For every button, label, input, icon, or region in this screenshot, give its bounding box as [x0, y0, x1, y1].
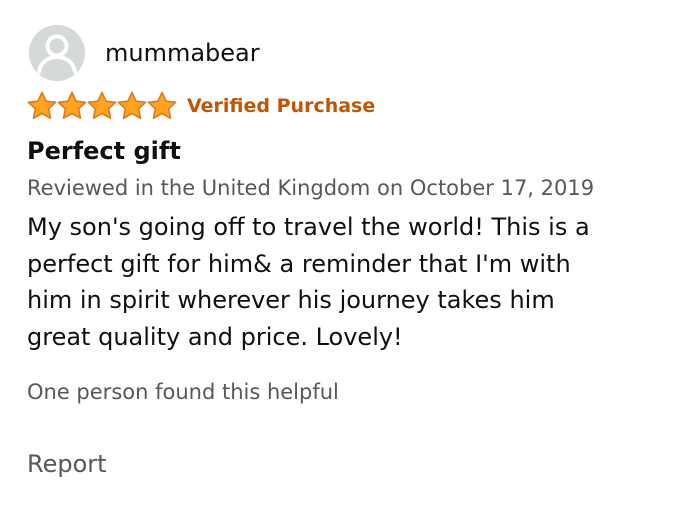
report-link[interactable]: Report [27, 447, 107, 481]
review-card: mummabear Verified Purchase Perfect gift… [0, 0, 700, 515]
default-user-avatar-icon [29, 25, 85, 81]
star-icon [117, 91, 147, 119]
star-icon [27, 91, 57, 119]
star-icon [147, 91, 177, 119]
verified-purchase-badge: Verified Purchase [187, 95, 376, 117]
review-body-line: him in spirit wherever his journey takes… [27, 286, 555, 314]
star-icon [57, 91, 87, 119]
helpful-count: One person found this helpful [27, 380, 339, 404]
star-icon [87, 91, 117, 119]
review-body-line: perfect gift for him& a reminder that I'… [27, 249, 571, 278]
review-body-line: great quality and price. Lovely! [27, 322, 403, 351]
star-rating[interactable] [27, 91, 177, 121]
reviewer-name[interactable]: mummabear [105, 36, 260, 70]
review-date-location: Reviewed in the United Kingdom on Octobe… [27, 176, 595, 200]
review-body: My son's going off to travel the world! … [27, 209, 677, 355]
avatar[interactable] [29, 25, 85, 81]
review-title[interactable]: Perfect gift [27, 134, 181, 168]
review-body-line: My son's going off to travel the world! … [27, 213, 590, 241]
